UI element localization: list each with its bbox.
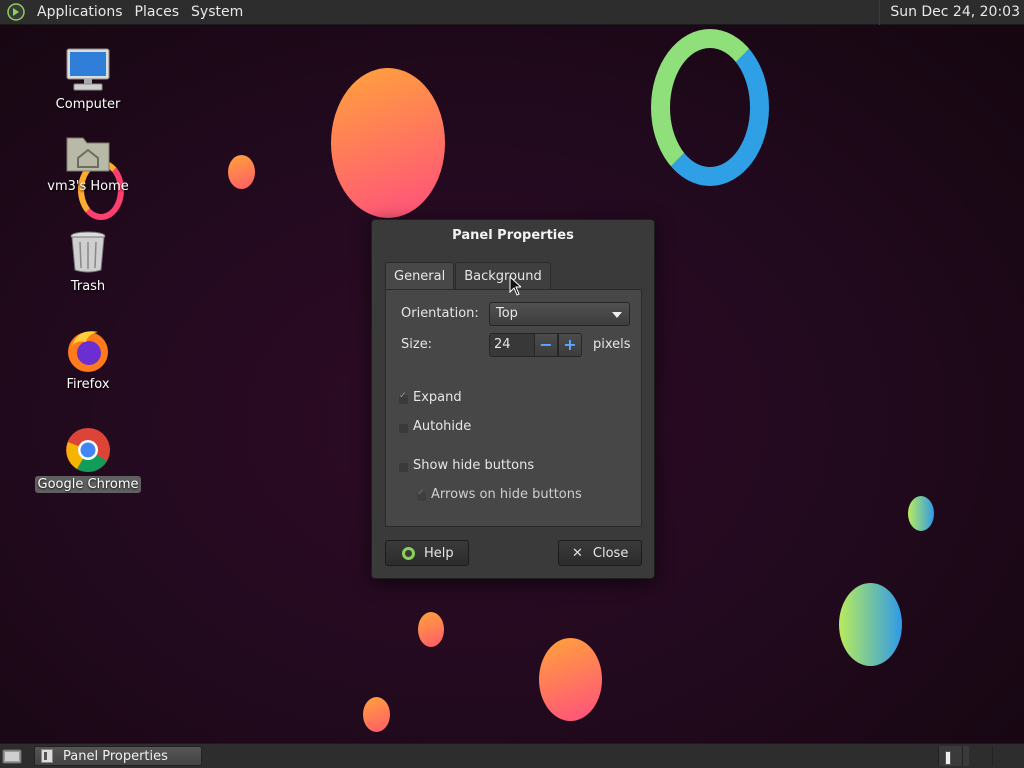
size-label: Size: xyxy=(401,337,433,352)
desktop-icon-computer[interactable]: Computer xyxy=(33,46,143,113)
dropdown-arrow-icon xyxy=(612,312,622,318)
orientation-value: Top xyxy=(496,306,518,321)
home-folder-icon xyxy=(64,128,112,176)
tab-general[interactable]: General xyxy=(385,262,455,289)
trash-icon xyxy=(64,228,112,276)
wallpaper-bubble xyxy=(908,496,934,531)
wallpaper-bubble xyxy=(539,638,602,721)
computer-icon xyxy=(64,46,112,94)
workspace-2[interactable] xyxy=(962,746,993,766)
workspace-window-marker xyxy=(945,751,951,765)
orientation-label: Orientation: xyxy=(401,306,479,321)
taskbar-window-button[interactable]: Panel Properties xyxy=(34,746,202,766)
desktop-icon-trash[interactable]: Trash xyxy=(33,228,143,295)
window-icon xyxy=(41,749,53,763)
show-hide-buttons-label: Show hide buttons xyxy=(413,458,535,473)
wallpaper-bubble xyxy=(363,697,390,732)
arrows-on-hide-buttons-label: Arrows on hide buttons xyxy=(431,487,582,502)
desktop-icon-home[interactable]: vm3's Home xyxy=(33,128,143,195)
mate-logo-icon[interactable] xyxy=(7,3,25,21)
arrows-on-hide-buttons-checkbox[interactable] xyxy=(417,488,426,501)
help-button-label: Help xyxy=(424,545,454,561)
size-increment-button[interactable]: + xyxy=(558,333,582,357)
top-panel: Applications Places System Sun Dec 24, 2… xyxy=(0,0,1024,25)
general-tab-panel: Orientation: Top Size: 24 − + pixels Exp… xyxy=(385,289,642,527)
clock[interactable]: Sun Dec 24, 20:03 xyxy=(879,0,1020,25)
expand-checkbox[interactable] xyxy=(399,391,408,404)
wallpaper-bubble xyxy=(331,68,445,218)
desktop-icon-label: vm3's Home xyxy=(47,179,129,194)
size-unit-label: pixels xyxy=(593,337,631,352)
tab-background[interactable]: Background xyxy=(455,262,551,289)
bottom-panel: Panel Properties xyxy=(0,743,1024,768)
mouse-cursor-icon xyxy=(509,276,521,296)
size-input[interactable]: 24 xyxy=(489,333,535,357)
panel-properties-dialog: Panel Properties General Background Orie… xyxy=(371,219,655,579)
menu-places[interactable]: Places xyxy=(129,0,186,25)
close-button[interactable]: ✕ Close xyxy=(558,540,642,566)
chrome-icon xyxy=(64,426,112,474)
taskbar-window-label: Panel Properties xyxy=(63,748,168,764)
desktop-icon-label: Google Chrome xyxy=(34,476,142,493)
autohide-label: Autohide xyxy=(413,419,472,434)
close-icon: ✕ xyxy=(572,545,583,561)
help-icon xyxy=(402,546,415,560)
tab-bar: General Background xyxy=(385,262,551,289)
menu-applications[interactable]: Applications xyxy=(31,0,129,25)
autohide-checkbox[interactable] xyxy=(399,424,408,433)
show-desktop-icon[interactable] xyxy=(2,747,22,765)
dialog-title: Panel Properties xyxy=(452,228,574,243)
desktop-icon-label: Trash xyxy=(70,279,106,294)
close-button-label: Close xyxy=(592,545,629,561)
expand-label: Expand xyxy=(413,390,462,405)
size-decrement-button[interactable]: − xyxy=(534,333,558,357)
wallpaper-bubble xyxy=(228,155,255,189)
wallpaper-bubble xyxy=(839,583,902,666)
wallpaper-ring xyxy=(651,29,769,186)
menu-system[interactable]: System xyxy=(185,0,249,25)
desktop-icon-firefox[interactable]: Firefox xyxy=(33,326,143,393)
desktop-icon-chrome[interactable]: Google Chrome xyxy=(33,426,143,493)
desktop-icon-label: Firefox xyxy=(66,377,110,392)
desktop-icon-label: Computer xyxy=(55,97,121,112)
show-hide-buttons-checkbox[interactable] xyxy=(399,463,408,472)
firefox-icon xyxy=(64,326,112,374)
workspace-3[interactable] xyxy=(992,746,1023,766)
orientation-dropdown[interactable]: Top xyxy=(489,302,630,326)
help-button[interactable]: Help xyxy=(385,540,469,566)
wallpaper-bubble xyxy=(418,612,444,647)
